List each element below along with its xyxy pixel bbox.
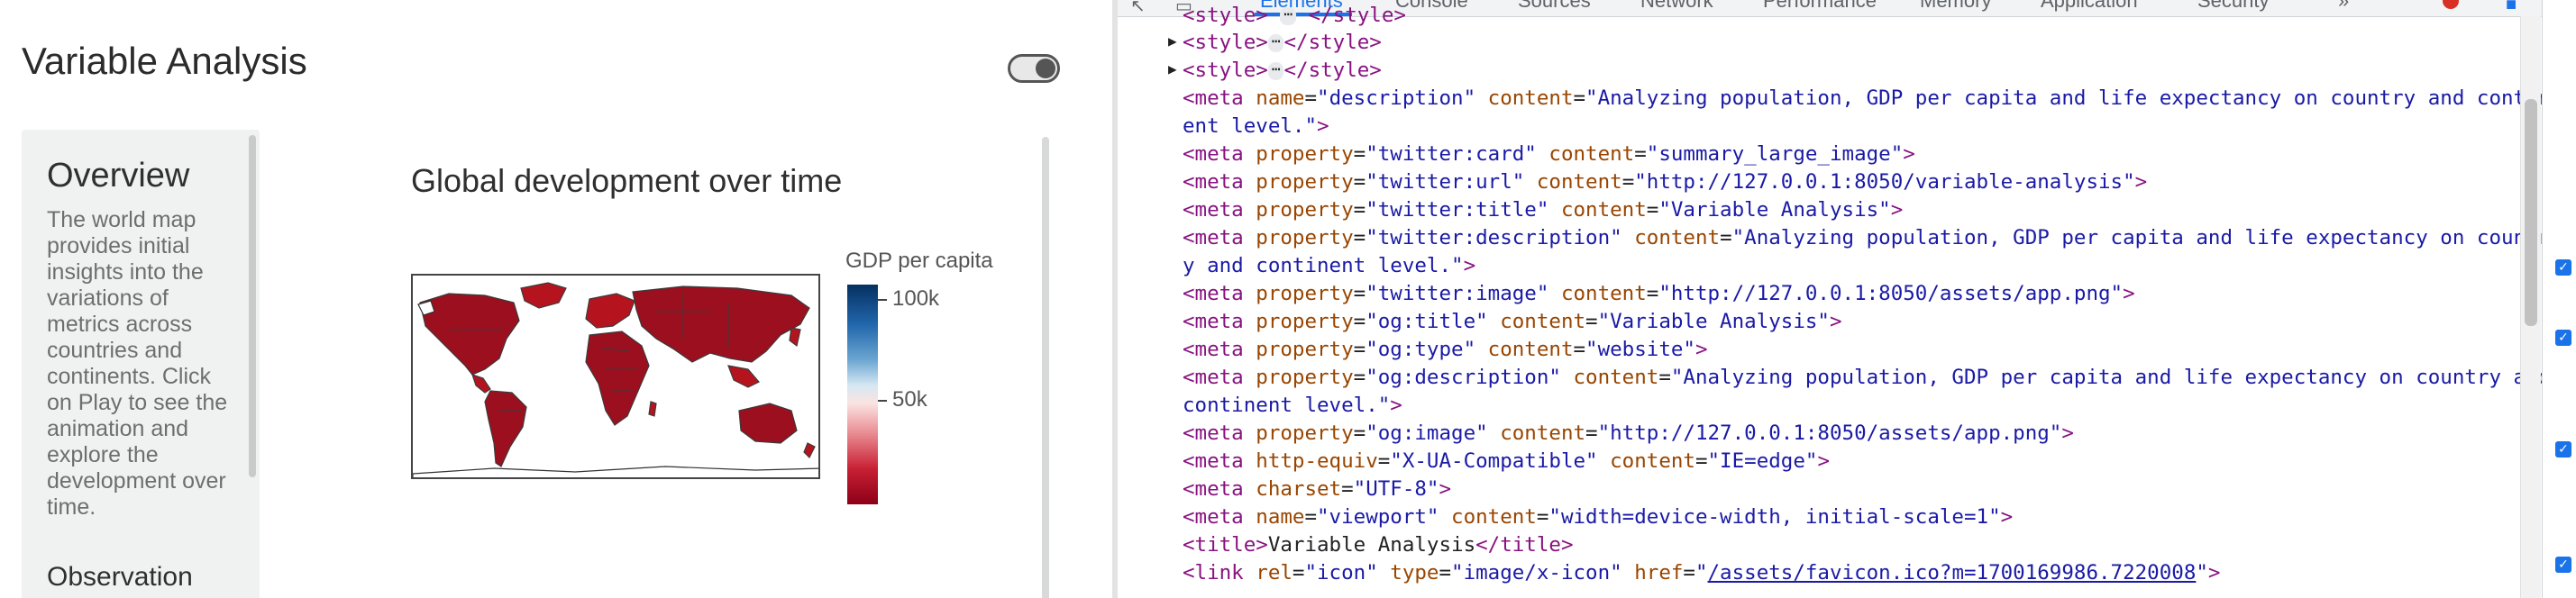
dom-node-meta-twitter-description[interactable]: <meta property="twitter:description" con… (1183, 224, 2550, 251)
issues-icon[interactable]: ■ (2506, 0, 2517, 15)
dom-node-meta-charset[interactable]: <meta charset="UTF-8"> (1183, 476, 1451, 503)
dom-node-meta-og-type[interactable]: <meta property="og:type" content="websit… (1183, 336, 1708, 363)
antarctica-shape (413, 466, 818, 477)
tab-application[interactable]: Application (2041, 0, 2138, 13)
dom-node-meta-og-description[interactable]: <meta property="og:description" content=… (1183, 364, 2550, 391)
new-zealand-shape (803, 442, 816, 459)
dom-node-meta-description-wrap: ent level."> (1183, 114, 1329, 138)
favicon-link[interactable]: /assets/favicon.ico?m=1700169986.7220008 (1708, 561, 2197, 584)
more-tabs-button[interactable]: » (2338, 0, 2349, 13)
japan-shape (789, 327, 801, 348)
dom-node-meta-twitter-title[interactable]: <meta property="twitter:title" content="… (1183, 196, 1903, 223)
dom-node-meta-og-image[interactable]: <meta property="og:image" content="http:… (1183, 420, 2074, 447)
overview-text: The world map provides initial insights … (47, 207, 228, 520)
south-america-shape (484, 390, 527, 467)
dom-node-meta-description[interactable]: <meta name="description" content="Analyz… (1183, 85, 2550, 112)
colorbar-label-100k: 100k (892, 286, 940, 311)
tab-performance[interactable]: Performance (1763, 0, 1877, 13)
tab-sources[interactable]: Sources (1518, 0, 1591, 13)
observation-heading: Observation (47, 562, 193, 592)
north-america-shape (419, 293, 520, 376)
style-checkbox[interactable]: ✓ (2555, 330, 2571, 346)
australia-shape (738, 403, 798, 444)
overview-sidebar: Overview The world map provides initial … (22, 130, 260, 598)
africa-shape (585, 331, 650, 426)
expand-triangle-icon[interactable]: ▶ (1168, 60, 1177, 77)
theme-toggle[interactable] (1008, 54, 1060, 83)
dom-node-meta-twitter-image[interactable]: <meta property="twitter:image" content="… (1183, 280, 2135, 307)
ellipsis-badge[interactable]: ⋯ (1267, 33, 1284, 52)
ellipsis-badge[interactable]: ⋯ (1280, 6, 1297, 25)
colorbar-label-50k: 50k (892, 387, 927, 412)
colorbar-tick (878, 400, 887, 402)
colorbar-title: GDP per capita (845, 249, 993, 273)
expand-triangle-icon[interactable]: ▶ (1168, 32, 1177, 50)
dom-node-meta-og-title[interactable]: <meta property="og:title" content="Varia… (1183, 308, 1842, 335)
tab-console[interactable]: Console (1395, 0, 1468, 13)
world-map-svg (413, 282, 818, 477)
tab-memory[interactable]: Memory (1920, 0, 1991, 13)
colorbar (847, 285, 878, 504)
inspect-element-icon[interactable]: ↖ (1130, 0, 1146, 16)
greenland-shape (520, 282, 567, 309)
dom-node-meta-og-description-wrap: continent level."> (1183, 394, 1402, 417)
asia-shape (632, 285, 810, 363)
dom-node-style-partial[interactable]: <style> ⋯ </style> (1183, 2, 1406, 29)
styles-pane: ✓ ✓ ✓ ✓ (2542, 0, 2576, 598)
tab-security[interactable]: Security (2197, 0, 2269, 13)
chart-card: Global development over time GDP per cap… (274, 130, 1049, 598)
overview-heading: Overview (47, 157, 190, 195)
error-count-icon[interactable] (2443, 0, 2459, 9)
dom-node-title[interactable]: <title>Variable Analysis</title> (1183, 531, 1574, 558)
app-pane: Variable Analysis Overview The world map… (0, 0, 1091, 598)
dom-node-style[interactable]: <style> ⋯ </style> (1183, 29, 1382, 56)
style-checkbox[interactable]: ✓ (2555, 259, 2571, 276)
world-map[interactable] (411, 274, 820, 479)
dom-node-link-icon[interactable]: <link rel="icon" type="image/x-icon" hre… (1183, 559, 2220, 586)
toggle-knob (1036, 59, 1055, 78)
central-america-shape (471, 374, 491, 394)
dom-node-meta-twitter-description-wrap: y and continent level."> (1183, 254, 1476, 277)
dom-node-meta-http-equiv[interactable]: <meta http-equiv="X-UA-Compatible" conte… (1183, 448, 1830, 475)
elements-scrollbar[interactable] (2520, 16, 2541, 598)
page-title: Variable Analysis (22, 40, 307, 82)
dom-node-meta-twitter-url[interactable]: <meta property="twitter:url" content="ht… (1183, 168, 2147, 195)
devtools-panel: ↖ ▭ Elements Console Sources Network Per… (1118, 0, 2576, 598)
chart-card-scrollbar[interactable] (1042, 137, 1049, 598)
southeast-asia-shape (727, 365, 760, 388)
europe-shape (585, 293, 635, 329)
madagascar-shape (648, 401, 657, 417)
sidebar-scrollbar[interactable] (249, 135, 256, 477)
colorbar-tick (878, 299, 887, 301)
ellipsis-badge[interactable]: ⋯ (1267, 61, 1284, 80)
style-checkbox[interactable]: ✓ (2555, 557, 2571, 573)
dom-node-meta-twitter-card[interactable]: <meta property="twitter:card" content="s… (1183, 140, 1915, 168)
elements-tree: <style> ⋯ </style> ▶ <style> ⋯ </style> ▶ … (1118, 4, 2550, 598)
tab-network[interactable]: Network (1640, 0, 1713, 13)
dom-node-style[interactable]: <style> ⋯ </style> (1183, 57, 1382, 84)
style-checkbox[interactable]: ✓ (2555, 441, 2571, 458)
dom-node-meta-viewport[interactable]: <meta name="viewport" content="width=dev… (1183, 503, 2013, 530)
elements-scrollbar-thumb[interactable] (2525, 99, 2537, 326)
chart-title: Global development over time (411, 162, 843, 199)
